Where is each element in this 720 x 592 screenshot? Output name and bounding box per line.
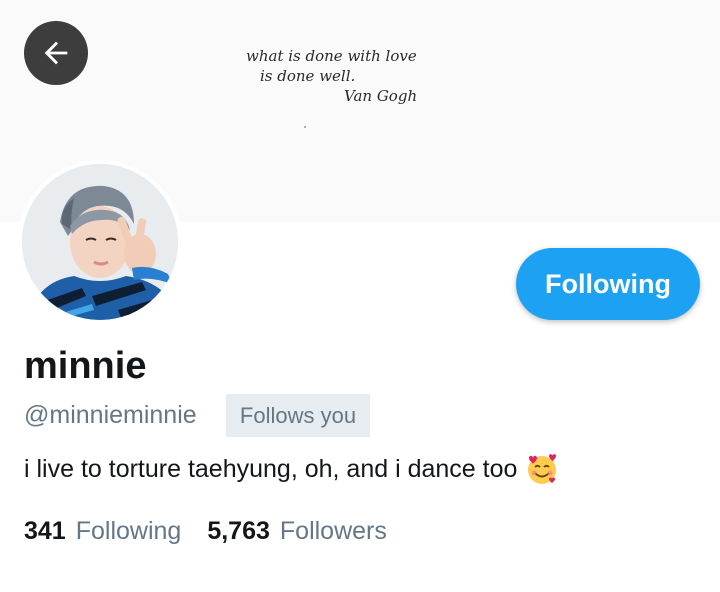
- banner-dot: [304, 126, 306, 128]
- avatar[interactable]: [18, 160, 182, 324]
- following-button[interactable]: Following: [516, 248, 700, 320]
- arrow-left-icon: [44, 41, 68, 65]
- quote-author: Van Gogh: [344, 87, 418, 105]
- followers-stat-link[interactable]: 5,763 Followers: [207, 517, 387, 546]
- quote-line-1: what is done with love: [246, 47, 417, 65]
- following-label: Following: [75, 517, 182, 545]
- quote-line-2: is done well.: [260, 67, 356, 85]
- username-handle: @minnieminnie: [24, 401, 197, 429]
- following-count: 341: [24, 517, 66, 545]
- followers-label: Followers: [279, 517, 387, 545]
- avatar-photo: [22, 164, 178, 320]
- bio: i live to torture taehyung, oh, and i da…: [24, 452, 559, 486]
- back-button[interactable]: [24, 21, 88, 85]
- following-stat-link[interactable]: 341 Following: [24, 517, 181, 546]
- bio-text: i live to torture taehyung, oh, and i da…: [24, 454, 518, 483]
- display-name: minnie: [24, 345, 147, 387]
- followers-count: 5,763: [207, 517, 270, 545]
- follow-stats: 341 Following 5,763 Followers: [24, 517, 387, 546]
- banner-quote: what is done with love is done well. Van…: [240, 46, 500, 106]
- smiling-face-with-hearts-icon: [525, 452, 559, 486]
- follows-you-badge: Follows you: [226, 394, 370, 437]
